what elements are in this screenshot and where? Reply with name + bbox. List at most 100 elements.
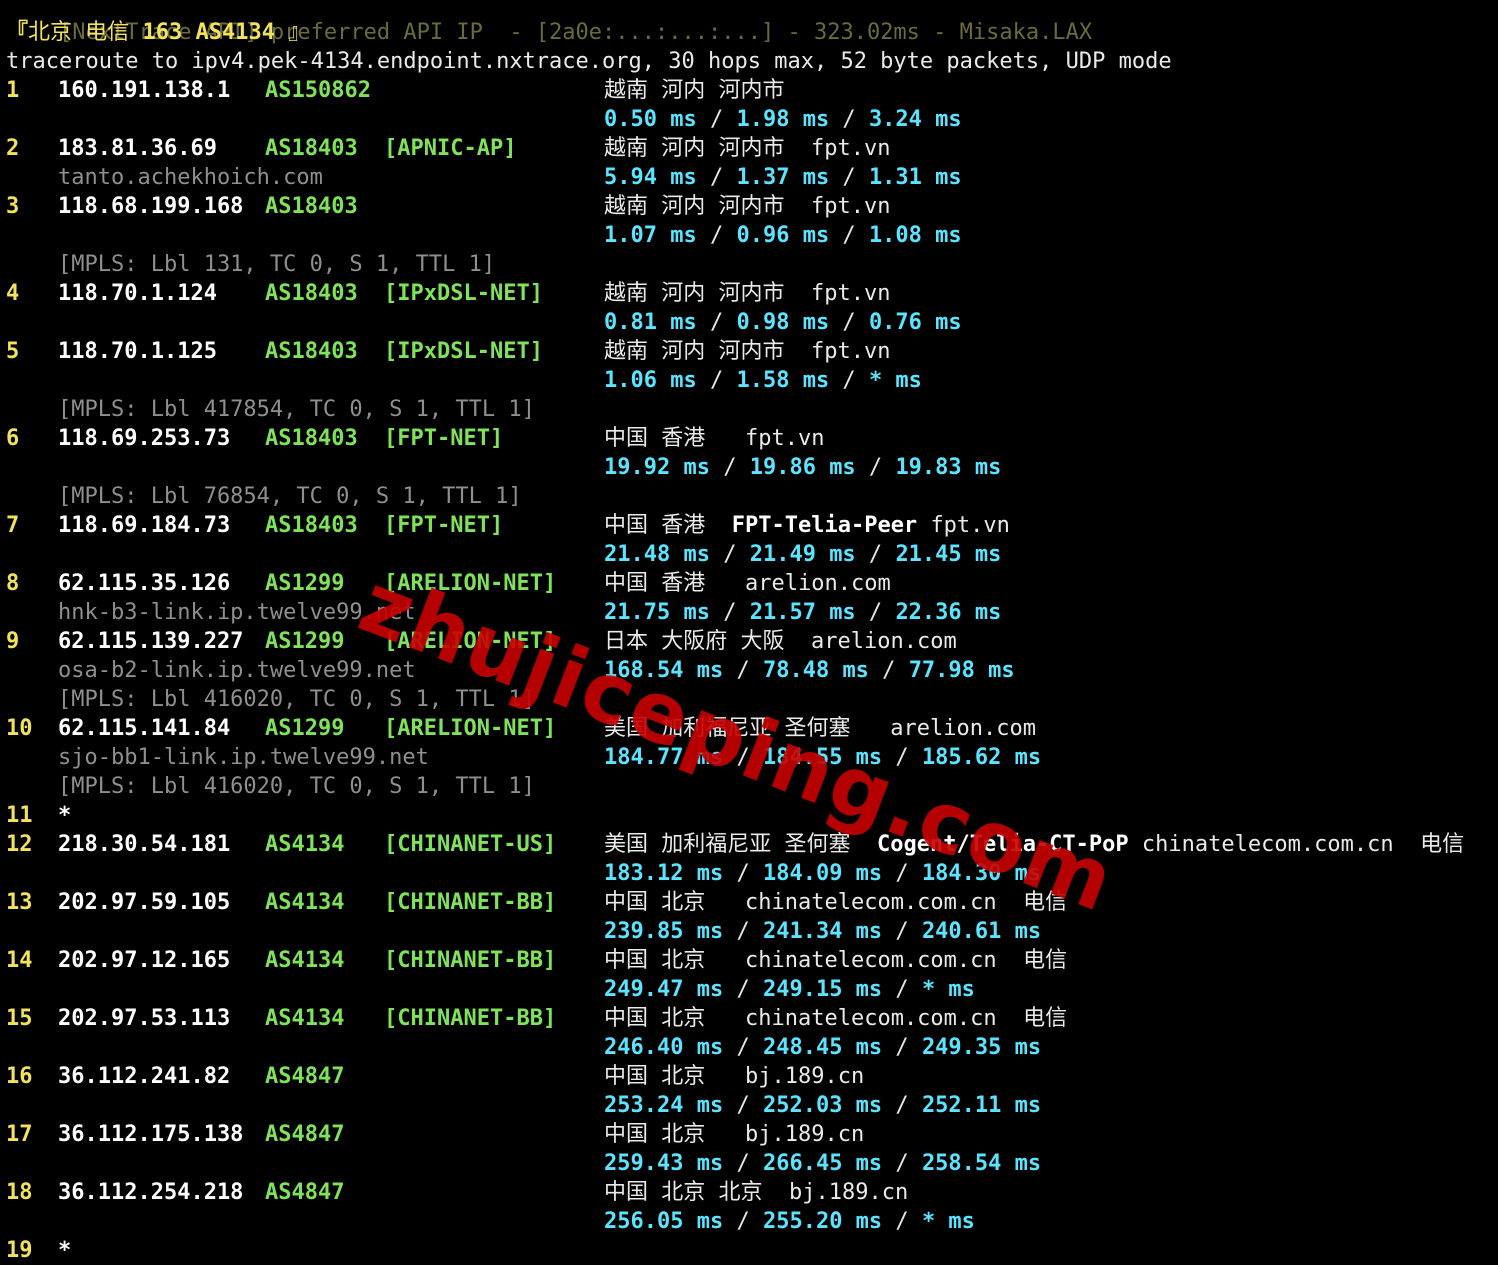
hop-latency-row: 0.81 ms / 0.98 ms / 0.76 ms bbox=[6, 308, 1496, 337]
latency-separator: / bbox=[882, 745, 922, 770]
hop-geo-info: 中国 香港 fpt.vn bbox=[604, 424, 824, 453]
hop-latency-row: osa-b2-link.ip.twelve99.net 168.54 ms / 7… bbox=[6, 656, 1496, 685]
hop-row: 15 202.97.53.113 AS4134 [CHINANET-BB] 中国 北京 … bbox=[6, 1004, 1496, 1033]
latency-separator: / bbox=[723, 861, 763, 886]
hop-domain: fpt.vn bbox=[811, 194, 891, 219]
latency-value: 3.24 ms bbox=[868, 107, 962, 132]
latency-separator: / bbox=[696, 223, 737, 248]
hop-number: 1 bbox=[6, 78, 20, 103]
hop-network: [IPxDSL-NET] bbox=[384, 281, 543, 306]
hop-location: 中国 北京 bbox=[604, 1122, 719, 1147]
hop-asn: AS18403 bbox=[265, 194, 358, 219]
hop-latency-row: 259.43 ms / 266.45 ms / 258.54 ms bbox=[6, 1149, 1496, 1178]
latency-separator: / bbox=[723, 1151, 763, 1176]
hop-asn: AS1299 bbox=[265, 716, 345, 741]
latency-value: 1.31 ms bbox=[868, 165, 962, 190]
target-header: 『北京 电信 163 AS4134 』 bbox=[6, 18, 1496, 47]
latency-separator: / bbox=[829, 223, 869, 248]
latency-value: 258.54 ms bbox=[921, 1151, 1042, 1176]
latency-separator: / bbox=[855, 600, 896, 625]
latency-separator: / bbox=[868, 658, 909, 683]
latency-separator: / bbox=[723, 658, 763, 683]
hop-ip: 160.191.138.1 bbox=[58, 78, 231, 103]
hop-domain: fpt.vn bbox=[930, 513, 1010, 538]
hop-asn: AS1299 bbox=[265, 571, 345, 596]
hop-location: 中国 北京 bbox=[604, 1064, 719, 1089]
hop-asn: AS4847 bbox=[265, 1122, 345, 1147]
hop-latency-row: 183.12 ms / 184.09 ms / 184.30 ms bbox=[6, 859, 1496, 888]
latency-value: 0.76 ms bbox=[868, 310, 962, 335]
hop-asn: AS1299 bbox=[265, 629, 345, 654]
hop-row: 10 62.115.141.84 AS1299 [ARELION-NET] 美国 加利福… bbox=[6, 714, 1496, 743]
hop-row: 1 160.191.138.1 AS150862 越南 河内 河内市 bbox=[6, 76, 1496, 105]
hop-network: [CHINANET-BB] bbox=[384, 948, 557, 973]
latency-separator: / bbox=[723, 745, 763, 770]
hop-peer-tag: FPT-Telia-Peer bbox=[731, 513, 918, 538]
hop-mpls-row: [MPLS: Lbl 76854, TC 0, S 1, TTL 1] bbox=[6, 482, 1496, 511]
hop-row: 5 118.70.1.125 AS18403 [IPxDSL-NET] 越南 河内 河内… bbox=[6, 337, 1496, 366]
hop-geo-info: 中国 香港 FPT-Telia-Peer fpt.vn bbox=[604, 511, 1010, 540]
hop-geo-info: 越南 河内 河内市 fpt.vn bbox=[604, 192, 890, 221]
hop-row: 14 202.97.12.165 AS4134 [CHINANET-BB] 中国 北京 … bbox=[6, 946, 1496, 975]
latency-separator: / bbox=[882, 1035, 922, 1060]
latency-value: 0.50 ms bbox=[604, 107, 697, 132]
hop-geo-info: 美国 加利福尼亚 圣何塞 arelion.com bbox=[604, 714, 1036, 743]
hop-latency: 19.92 ms / 19.86 ms / 19.83 ms bbox=[604, 453, 1001, 482]
hop-location: 中国 香港 bbox=[604, 513, 706, 538]
hop-geo-info: 越南 河内 河内市 fpt.vn bbox=[604, 337, 890, 366]
hop-domain: arelion.com bbox=[811, 629, 957, 654]
header-num: 163 bbox=[142, 20, 183, 45]
hop-ip: * bbox=[58, 803, 72, 828]
hop-latency: 249.47 ms / 249.15 ms / * ms bbox=[604, 975, 975, 1004]
hop-location: 中国 香港 bbox=[604, 426, 719, 451]
hop-latency: 1.07 ms / 0.96 ms / 1.08 ms bbox=[604, 221, 962, 250]
hop-number: 10 bbox=[6, 716, 33, 741]
latency-separator: / bbox=[696, 165, 737, 190]
latency-separator: / bbox=[855, 455, 896, 480]
hop-location: 日本 大阪府 大阪 bbox=[604, 629, 785, 654]
hop-location: 中国 北京 bbox=[604, 890, 719, 915]
hop-asn: AS18403 bbox=[265, 339, 358, 364]
hop-asn: AS18403 bbox=[265, 281, 358, 306]
hop-isp: 电信 bbox=[1420, 832, 1465, 857]
latency-value: 21.75 ms bbox=[604, 600, 710, 625]
latency-value: 5.94 ms bbox=[604, 165, 697, 190]
hop-latency-row: 19.92 ms / 19.86 ms / 19.83 ms bbox=[6, 453, 1496, 482]
hop-network: [APNIC-AP] bbox=[384, 136, 517, 161]
hop-number: 4 bbox=[6, 281, 20, 306]
hop-asn: AS4847 bbox=[265, 1180, 345, 1205]
hop-ip: 62.115.35.126 bbox=[58, 571, 231, 596]
latency-value: 1.08 ms bbox=[868, 223, 962, 248]
hop-asn: AS4847 bbox=[265, 1064, 345, 1089]
latency-value: 78.48 ms bbox=[762, 658, 869, 683]
header-open: 『 bbox=[6, 20, 29, 45]
hop-network: [CHINANET-BB] bbox=[384, 890, 557, 915]
hop-number: 3 bbox=[6, 194, 20, 219]
hop-location: 中国 香港 bbox=[604, 571, 719, 596]
latency-value: 0.81 ms bbox=[604, 310, 697, 335]
hop-latency: 21.75 ms / 21.57 ms / 22.36 ms bbox=[604, 598, 1001, 627]
hop-location: 中国 北京 北京 bbox=[604, 1180, 763, 1205]
hop-ip: 36.112.254.218 bbox=[58, 1180, 244, 1205]
hop-geo-info: 中国 北京 北京 bj.189.cn bbox=[604, 1178, 908, 1207]
latency-separator: / bbox=[829, 310, 869, 335]
latency-value: 239.85 ms bbox=[604, 919, 724, 944]
hop-domain: bj.189.cn bbox=[789, 1180, 909, 1205]
latency-value: 249.47 ms bbox=[604, 977, 724, 1002]
hop-location: 中国 北京 bbox=[604, 948, 719, 973]
header-city: 北京 bbox=[28, 20, 73, 45]
latency-value: 259.43 ms bbox=[604, 1151, 724, 1176]
hop-ip: 202.97.59.105 bbox=[58, 890, 231, 915]
latency-value: 1.58 ms bbox=[736, 368, 830, 393]
hop-latency: 168.54 ms / 78.48 ms / 77.98 ms bbox=[604, 656, 1015, 685]
hop-number: 16 bbox=[6, 1064, 33, 1089]
hop-mpls-row: [MPLS: Lbl 131, TC 0, S 1, TTL 1] bbox=[6, 250, 1496, 279]
header-close: 』 bbox=[275, 20, 311, 45]
hop-mpls-row: [MPLS: Lbl 416020, TC 0, S 1, TTL 1] bbox=[6, 772, 1496, 801]
latency-separator: / bbox=[696, 107, 737, 132]
hop-geo-info: 美国 加利福尼亚 圣何塞 Cogent/Telia-CT-PoP chinate… bbox=[604, 830, 1464, 859]
hop-number: 9 bbox=[6, 629, 20, 654]
hop-row: 7 118.69.184.73 AS18403 [FPT-NET] 中国 香港 FPT-… bbox=[6, 511, 1496, 540]
hop-geo-info: 日本 大阪府 大阪 arelion.com bbox=[604, 627, 957, 656]
hop-domain: chinatelecom.com.cn bbox=[745, 890, 997, 915]
